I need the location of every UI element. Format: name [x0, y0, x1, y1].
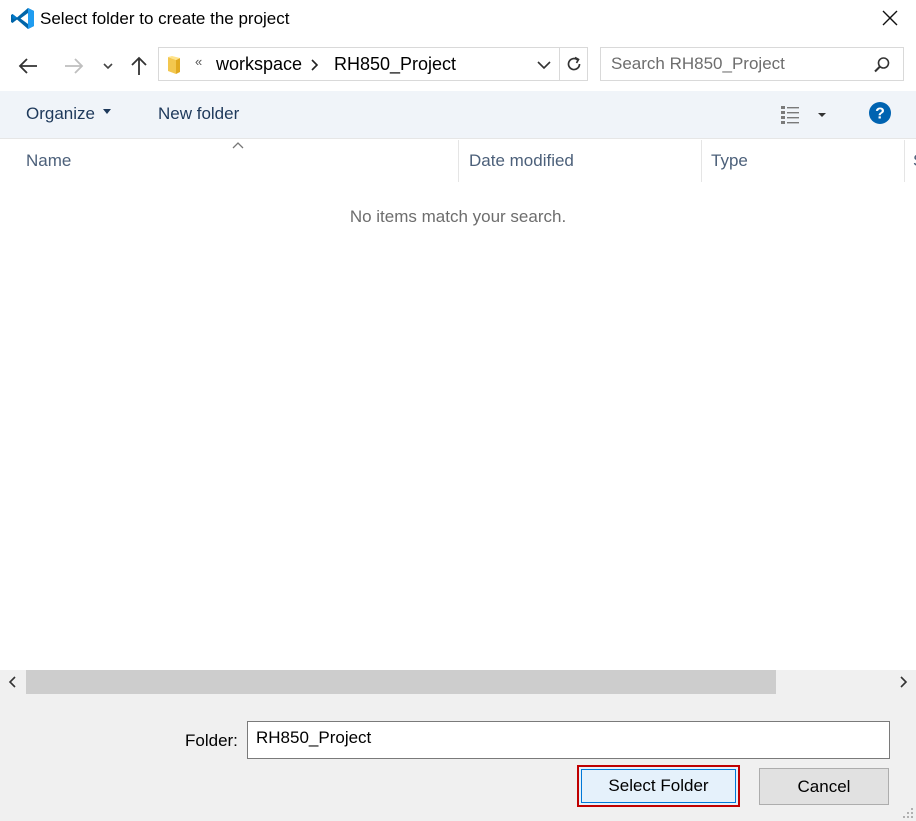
help-icon[interactable]: ?	[868, 101, 892, 125]
recent-locations-button[interactable]	[95, 52, 121, 80]
folder-label: Folder:	[185, 731, 238, 750]
view-options-button[interactable]	[778, 103, 830, 127]
column-divider[interactable]	[458, 140, 459, 182]
search-box[interactable]	[600, 47, 904, 81]
cancel-button[interactable]: Cancel	[759, 768, 889, 805]
window-title: Select folder to create the project	[40, 9, 290, 28]
sort-ascending-icon	[232, 142, 244, 149]
horizontal-scrollbar[interactable]	[0, 670, 916, 694]
address-bar[interactable]: « workspace RH850_Project	[158, 47, 560, 81]
caret-down-icon	[102, 109, 111, 115]
chevron-down-icon	[103, 63, 113, 70]
scrollbar-thumb[interactable]	[26, 670, 776, 694]
caret-down-icon	[818, 113, 826, 117]
details-view-icon	[781, 106, 799, 124]
navigation-bar: « workspace RH850_Project	[0, 42, 916, 88]
select-folder-button[interactable]: Select Folder	[577, 765, 740, 807]
select-folder-label: Select Folder	[581, 769, 736, 803]
breadcrumb-rh850-project[interactable]: RH850_Project	[334, 54, 456, 75]
search-input[interactable]	[611, 54, 861, 74]
chevron-right-icon[interactable]	[310, 59, 320, 71]
organize-button[interactable]: Organize	[26, 104, 111, 124]
resize-grip-icon[interactable]	[902, 807, 914, 819]
address-dropdown-icon[interactable]	[535, 56, 553, 74]
organize-label: Organize	[26, 104, 95, 123]
back-button[interactable]	[14, 52, 42, 80]
dialog-footer: Folder: Select Folder Cancel	[0, 694, 916, 821]
up-button[interactable]	[125, 52, 153, 80]
arrow-up-icon	[131, 56, 147, 75]
forward-button[interactable]	[60, 52, 88, 80]
folder-picker-dialog: Select folder to create the project « wo…	[0, 0, 916, 821]
command-bar: Organize New folder	[0, 91, 916, 139]
folder-name-input[interactable]	[247, 721, 890, 759]
column-header-name[interactable]: Name	[26, 140, 71, 182]
refresh-icon	[567, 56, 580, 71]
empty-list-message: No items match your search.	[349, 207, 567, 226]
folder-icon	[168, 56, 180, 74]
refresh-button[interactable]	[560, 47, 588, 81]
search-icon[interactable]	[873, 56, 891, 74]
close-icon[interactable]	[878, 6, 902, 30]
new-folder-button[interactable]: New folder	[158, 104, 239, 124]
title-bar: Select folder to create the project	[0, 0, 916, 38]
path-overflow-chevron[interactable]: «	[195, 54, 202, 69]
arrow-left-icon	[18, 58, 37, 74]
column-header-row: Name Date modified Type S	[0, 140, 916, 182]
scroll-left-icon[interactable]	[4, 673, 22, 691]
column-divider[interactable]	[701, 140, 702, 182]
column-divider[interactable]	[904, 140, 905, 182]
vscode-icon	[11, 8, 34, 29]
arrow-right-icon	[65, 58, 84, 74]
svg-text:?: ?	[875, 106, 885, 123]
scroll-right-icon[interactable]	[894, 673, 912, 691]
column-header-type[interactable]: Type	[711, 140, 748, 182]
column-header-date-modified[interactable]: Date modified	[469, 140, 574, 182]
breadcrumb-workspace[interactable]: workspace	[216, 54, 302, 75]
